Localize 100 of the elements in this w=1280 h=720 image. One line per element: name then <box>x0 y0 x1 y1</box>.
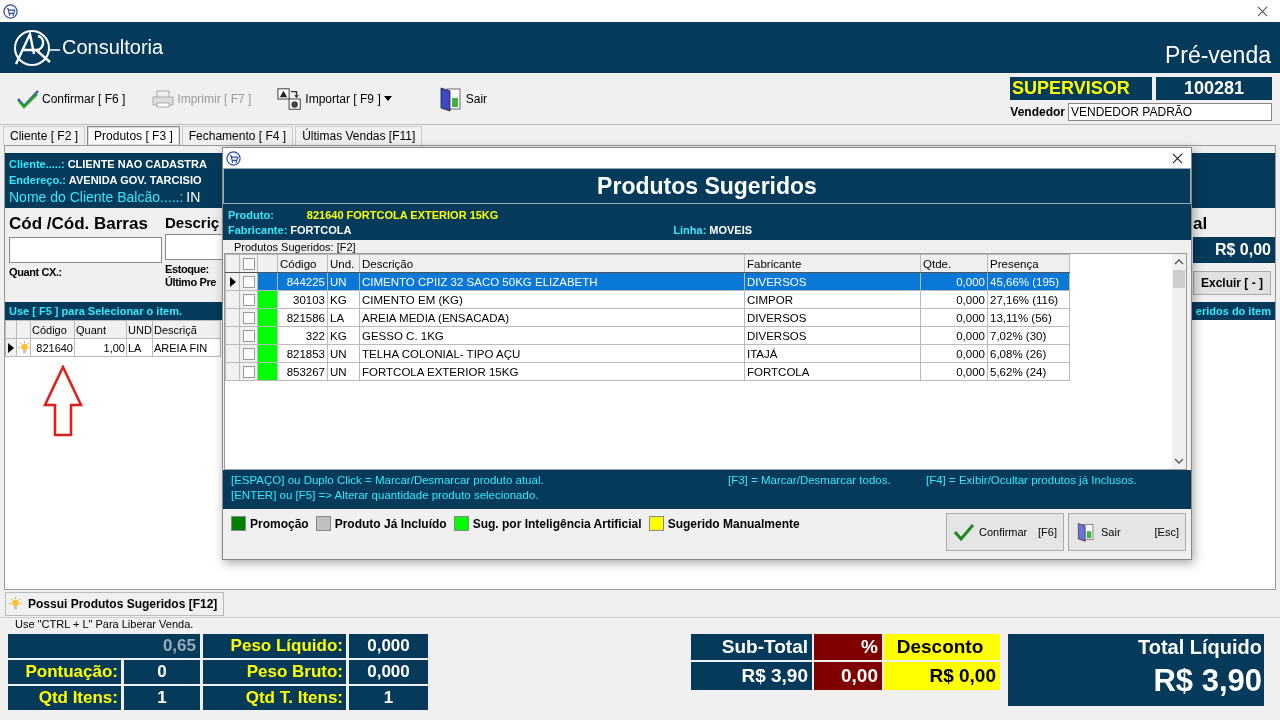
column-header: Und. <box>327 254 360 273</box>
table-cell[interactable]: 27,16% (116) <box>987 290 1070 309</box>
legend-label: Produto Já Incluído <box>334 516 447 531</box>
table-cell[interactable]: 5,62% (24) <box>987 362 1070 381</box>
table-cell[interactable]: UN <box>327 362 360 381</box>
column-header: Descrição <box>359 254 745 273</box>
quantity-label: Quant CX.: <box>9 266 63 278</box>
table-cell[interactable]: 6,08% (26) <box>987 344 1070 363</box>
column-header: Qtde. <box>920 254 988 273</box>
column-header: Fabricante <box>744 254 921 273</box>
subtotal-label: Sub-Total <box>691 634 812 660</box>
table-cell[interactable]: 0,000 <box>920 362 988 381</box>
column-header: UND <box>126 320 153 339</box>
table-cell[interactable]: FORTCOLA <box>744 362 921 381</box>
table-cell[interactable]: GESSO C. 1KG <box>359 326 745 345</box>
caret-icon <box>383 96 392 101</box>
table-cell[interactable]: AREIA MEDIA (ENSACADA) <box>359 308 745 327</box>
check-icon <box>16 88 40 109</box>
legend-label: Sugerido Manualmente <box>667 516 800 531</box>
table-cell[interactable]: DIVERSOS <box>744 326 921 345</box>
table-cell[interactable]: 0,000 <box>920 308 988 327</box>
release-hint: Use "CTRL + L" Para Liberar Venda. <box>15 618 194 630</box>
exit-button[interactable]: Sair <box>435 83 490 114</box>
subtotal-value: R$ 3,90 <box>691 662 812 690</box>
percent-value: 0,00 <box>814 662 882 690</box>
table-cell[interactable]: TELHA COLONIAL- TIPO AÇU <box>359 344 745 363</box>
close-icon[interactable] <box>1257 5 1268 17</box>
table-cell[interactable]: 30103 <box>277 290 328 309</box>
items-bar-text: eridos do item <box>1195 305 1271 317</box>
chevron-up-icon[interactable] <box>1174 259 1184 265</box>
stat-value: 1 <box>124 686 200 710</box>
suggested-products-button[interactable]: Possui Produtos Sugeridos [F12] <box>5 591 225 616</box>
column-header: Presença <box>987 254 1070 273</box>
scrollbar[interactable] <box>1172 254 1186 469</box>
checkbox[interactable] <box>242 293 255 306</box>
net-total-label: Total Líquido <box>1137 636 1262 659</box>
checkbox[interactable] <box>242 257 255 270</box>
customer-value: AVENIDA GOV. TARCISIO <box>68 173 202 186</box>
tab[interactable]: Produtos [ F3 ] <box>87 126 180 145</box>
stat-value: 0,000 <box>349 634 428 658</box>
door-icon <box>1075 522 1097 542</box>
table-cell[interactable]: 7,02% (30) <box>987 326 1070 345</box>
table-cell[interactable]: KG <box>327 290 360 309</box>
import-button[interactable]: Importar [ F9 ] <box>275 83 394 114</box>
checkbox[interactable] <box>242 311 255 324</box>
code-field[interactable] <box>9 237 162 263</box>
confirm-button[interactable]: Confirmar [ F6 ] <box>14 86 128 111</box>
line-value: MOVEIS <box>709 223 753 236</box>
stat-label: Peso Bruto: <box>203 660 346 684</box>
row-pointer-icon <box>229 276 236 287</box>
table-cell[interactable]: 0,000 <box>920 344 988 363</box>
table-cell[interactable]: UN <box>327 344 360 363</box>
discount-label: Desconto <box>884 634 1000 660</box>
table-cell[interactable]: 13,11% (56) <box>987 308 1070 327</box>
description-label: Descriç <box>165 214 221 231</box>
checkbox[interactable] <box>242 347 255 360</box>
exit-button[interactable]: Sair [Esc] <box>1068 513 1186 551</box>
customer-label: Cliente.....: <box>9 157 65 170</box>
delete-button[interactable]: Excluir [ - ] <box>1193 271 1271 295</box>
table-cell[interactable]: 0,000 <box>920 290 988 309</box>
help-text: [ENTER] ou [F5] => Alterar quantidade produto selecionado. <box>231 489 540 501</box>
table-cell[interactable]: KG <box>327 326 360 345</box>
tab[interactable]: Fechamento [ F4 ] <box>181 126 294 145</box>
description-field[interactable] <box>165 234 225 260</box>
table-cell[interactable]: 821853 <box>277 344 328 363</box>
maker-value: FORTCOLA <box>290 223 353 236</box>
percent-label: % <box>814 634 882 660</box>
customer-value: IN <box>186 188 201 205</box>
seller-field[interactable]: VENDEDOR PADRÃO <box>1068 103 1272 121</box>
table-cell[interactable]: 0,000 <box>920 326 988 345</box>
close-icon[interactable] <box>1172 152 1183 164</box>
confirm-button[interactable]: Confirmar [F6] <box>946 513 1064 551</box>
check-icon <box>953 522 975 542</box>
table-cell[interactable]: 821586 <box>277 308 328 327</box>
group-label: Produtos Sugeridos: [F2] <box>233 241 357 253</box>
column-header: Quant <box>74 320 127 339</box>
cart-icon <box>3 3 18 19</box>
table-cell[interactable]: 322 <box>277 326 328 345</box>
checkbox[interactable] <box>242 365 255 378</box>
checkbox[interactable] <box>242 275 255 288</box>
tab[interactable]: Cliente [ F2 ] <box>3 126 86 145</box>
balance-value: 0,65 <box>8 634 200 658</box>
table-cell[interactable]: 853267 <box>277 362 328 381</box>
table-cell: LA <box>126 338 153 357</box>
table-cell[interactable]: FORTCOLA EXTERIOR 15KG <box>359 362 745 381</box>
checkbox[interactable] <box>242 329 255 342</box>
table-cell[interactable]: ITAJÁ <box>744 344 921 363</box>
chevron-down-icon[interactable] <box>1174 458 1184 464</box>
column-header: Descriçã <box>152 320 221 339</box>
table-cell[interactable]: DIVERSOS <box>744 308 921 327</box>
tab[interactable]: Últimas Vendas [F11] <box>295 126 423 145</box>
table-cell[interactable]: LA <box>327 308 360 327</box>
stat-value: 1 <box>349 686 428 710</box>
legend-label: Promoção <box>250 516 309 531</box>
table-cell[interactable]: CIMENTO EM (KG) <box>359 290 745 309</box>
maker-label: Fabricante: <box>228 223 288 236</box>
scrollbar-thumb[interactable] <box>1173 270 1185 288</box>
table-cell[interactable]: CIMPOR <box>744 290 921 309</box>
stock-label: Estoque: <box>165 263 210 275</box>
table-cell: 1,00 <box>74 338 127 357</box>
